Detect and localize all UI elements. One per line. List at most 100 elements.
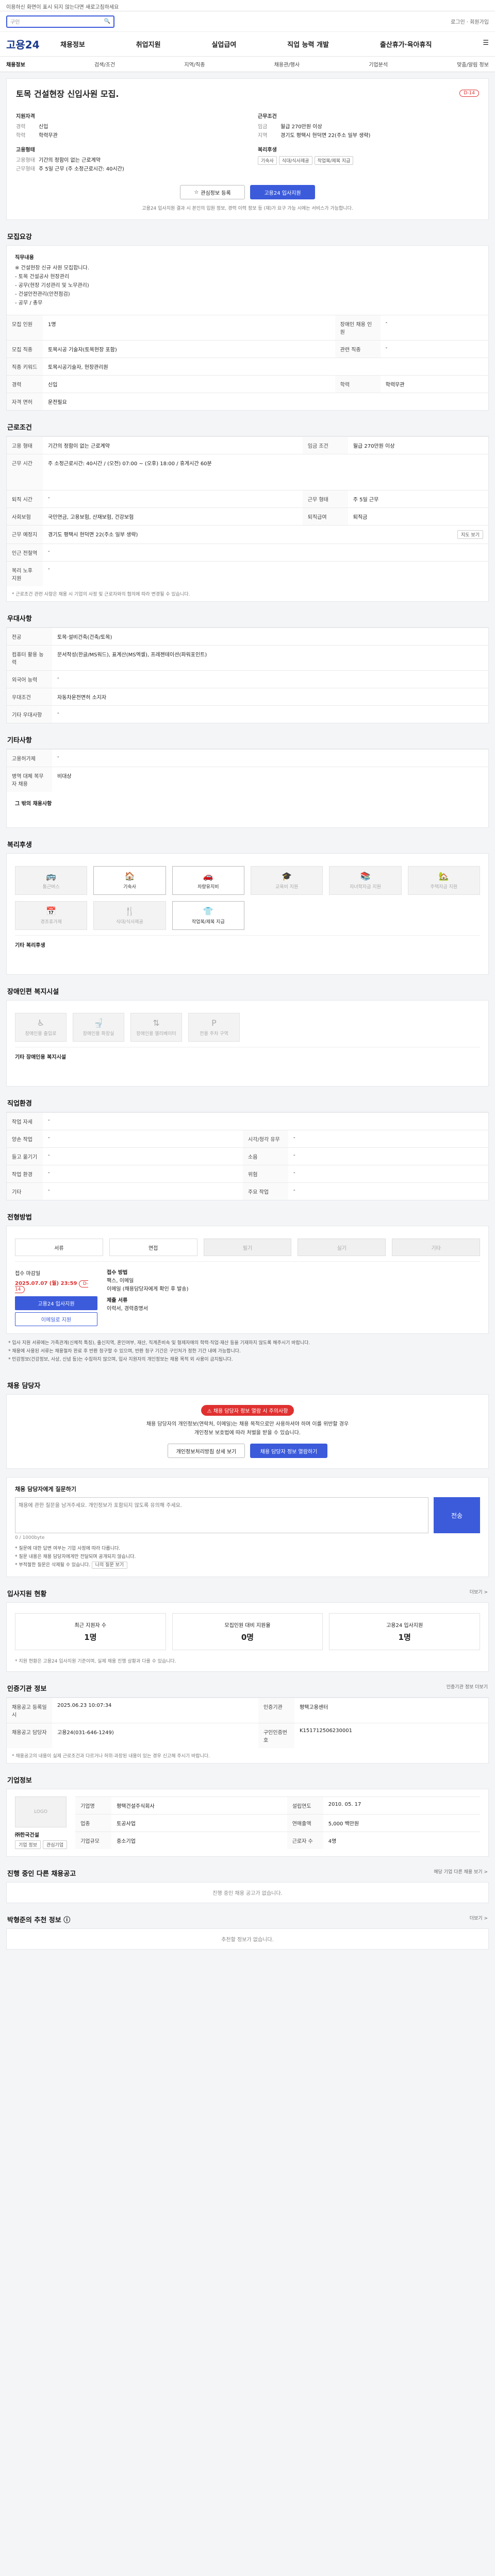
cell-value: 2010. 05. 17: [323, 1797, 480, 1815]
site-logo[interactable]: 고용24: [6, 37, 60, 52]
cell-value: -: [52, 670, 488, 688]
process-step: 기타: [392, 1239, 480, 1256]
note-line: * 질문에 대한 답변 여부는 기업 사정에 따라 다릅니다.: [15, 1546, 121, 1551]
subnav-item[interactable]: 기업분석: [369, 60, 388, 68]
status-number: 0명: [241, 1633, 254, 1642]
cond-heading: 근무조건: [258, 114, 277, 120]
cell-value: 4명: [323, 1832, 480, 1849]
qa-textarea[interactable]: [15, 1497, 428, 1533]
welfare-heading: 복리후생: [258, 147, 277, 153]
nav-item[interactable]: 취업지원: [136, 39, 161, 49]
conditions-note: * 근로조건 관련 사항은 채용 시 기업의 사정 및 근로자와의 협의에 따라…: [12, 592, 190, 597]
apply-date: 2025.07.07 (월) 23:59 D-14: [15, 1279, 97, 1293]
note-line: * 질문 내용은 채용 담당자에게만 전달되며 공개되지 않습니다.: [15, 1554, 136, 1560]
similar-panel: 진행 중인 채용 공고가 없습니다.: [6, 1882, 489, 1903]
apply-now-button[interactable]: 고용24 입사지원: [15, 1296, 97, 1310]
agency-note: * 채용공고의 내용이 실제 근로조건과 다르거나 허위·과장된 내용이 있는 …: [12, 1754, 210, 1759]
search-icon[interactable]: 🔍: [104, 19, 110, 24]
tile-label: 식대/식사제공: [116, 920, 143, 925]
email-apply-button[interactable]: 이메일로 지원: [15, 1312, 97, 1326]
subnav-item[interactable]: 검색/조건: [94, 60, 115, 68]
cell-key: 주요 작업: [243, 1182, 288, 1200]
show-contact-button[interactable]: 채용 담당자 정보 열람하기: [250, 1444, 327, 1458]
similar-empty: 진행 중인 채용 공고가 없습니다.: [212, 1891, 283, 1896]
recruit-panel: 직무내용 ※ 건설현장 신규 사원 모집합니다. - 토목 건설공사 현장관리 …: [6, 245, 489, 411]
subnav-item[interactable]: 맞춤/알림 정보: [457, 60, 489, 68]
calendar-icon: 📅: [46, 906, 57, 916]
my-question-button[interactable]: 나의 질문 보기: [91, 1562, 128, 1569]
tile-label: 자녀학자금 지원: [350, 885, 381, 890]
cell-value: 평택건설주식회사: [111, 1797, 287, 1815]
contact-line: 채용 담당자의 개인정보(연락처, 이메일)는 채용 목적으로만 사용하셔야 하…: [146, 1421, 349, 1427]
login-links[interactable]: 로그인 · 회원가입: [451, 18, 489, 25]
method-line: 이메일 (채용담당자에게 확인 후 발송): [107, 1286, 189, 1292]
nav-item[interactable]: 직업 능력 개발: [287, 39, 329, 49]
map-button[interactable]: 지도 보기: [457, 530, 483, 539]
cell-value: -: [43, 544, 488, 562]
status-label: 고용24 입사지원: [386, 1623, 423, 1629]
sub-nav: 채용정보 검색/조건 지역/직종 채용관/행사 기업분석 맞춤/알림 정보: [0, 57, 495, 72]
car-icon: 🚗: [203, 871, 213, 881]
similar-more-link[interactable]: 해당 기업 다른 채용 보기 >: [434, 1868, 488, 1875]
env-panel: 작업 자세 - 양손 작업 - 시각/청각 유무 - 들고 옮기기 - 소음 - 작업 환경 -…: [6, 1112, 489, 1200]
cell-key: 자격 면허: [7, 393, 43, 410]
cell-key: 경력: [7, 375, 43, 393]
house-icon: 🏡: [438, 871, 449, 881]
cell-key: 임금 조건: [302, 436, 348, 454]
cell-value: 비대상: [52, 767, 488, 792]
subnav-item[interactable]: 지역/직종: [184, 60, 205, 68]
cell-key: 퇴직 시간: [7, 490, 43, 508]
qual-heading: 지원자격: [16, 114, 35, 120]
section-title-agency: 인증기관 정보 인증기관 정보 더보기: [7, 1683, 488, 1693]
ramp-icon: ♿: [37, 1018, 45, 1028]
nav-item[interactable]: 채용정보: [60, 39, 85, 49]
process-step: 실기: [298, 1239, 386, 1256]
cell-value: 자동차운전면허 소지자: [52, 688, 488, 706]
method-line: 팩스, 이메일: [107, 1278, 134, 1284]
nav-item[interactable]: 출산휴가·육아휴직: [380, 39, 432, 49]
elevator-icon: ⇅: [153, 1018, 160, 1028]
recommend-more-link[interactable]: 더보기 >: [470, 1914, 488, 1921]
subnav-item[interactable]: 채용관/행사: [274, 60, 300, 68]
cell-key: 위험: [243, 1165, 288, 1183]
status-more-link[interactable]: 더보기 >: [470, 1588, 488, 1595]
cell-value: 1명: [43, 315, 335, 341]
cell-key: 컴퓨터 활용 능력: [7, 645, 52, 671]
note-line: * 채용에 사용된 서류는 채용절차 완료 후 반환 청구할 수 있으며, 반환…: [8, 1349, 241, 1354]
corp-fav-button[interactable]: 관심기업: [42, 1840, 68, 1849]
apply-button[interactable]: 고용24 입사지원: [250, 185, 315, 199]
cell-value: 문서작성(한글/MS워드), 표계산(MS엑셀), 프레젠테이션(파워포인트): [52, 645, 488, 671]
info-icon[interactable]: ⓘ: [63, 1917, 70, 1924]
search-placeholder: 구인: [10, 20, 20, 25]
section-title-etc: 기타사항: [7, 737, 32, 744]
status-number: 1명: [84, 1633, 97, 1642]
privacy-button[interactable]: 개인정보처리방침 상세 보기: [168, 1444, 245, 1458]
pref-table: 전공 토목·설비건축(건축/토목) 컴퓨터 활용 능력 문서작성(한글/MS워드),…: [7, 628, 488, 723]
qa-send-button[interactable]: 전송: [434, 1497, 480, 1533]
corp-info-button[interactable]: 기업 정보: [15, 1840, 41, 1849]
menu-icon[interactable]: ☰: [483, 39, 489, 49]
pref-panel: 전공 토목·설비건축(건축/토목) 컴퓨터 활용 능력 문서작성(한글/MS워드),…: [6, 627, 489, 723]
scrap-button[interactable]: ☆ 관심정보 등록: [180, 185, 245, 199]
cell-value: K151712506230001: [294, 1723, 488, 1748]
process-step: 서류: [15, 1239, 103, 1256]
cell-value: 퇴직금: [348, 507, 488, 526]
note-line: * 부적절한 질문은 삭제될 수 있습니다. 나의 질문 보기: [15, 1561, 480, 1569]
cell-value: 주 5일 근무: [348, 490, 488, 508]
corp-panel: LOGO ㈜한국건설 기업 정보 관심기업 기업명 평택건설주식회사 설립연도 201…: [6, 1789, 489, 1857]
recruit-table: 모집 인원 1명 장애인 채용 인원 - 모집 직종 토목시공 기술자(토목현장 포함)…: [7, 315, 488, 410]
nav-item[interactable]: 실업급여: [211, 39, 236, 49]
cell-value: -: [380, 340, 488, 358]
qa-notes: * 질문에 대한 답변 여부는 기업 사정에 따라 다릅니다. * 질문 내용은…: [15, 1540, 480, 1569]
cell-value: 토목시공 기술자(토목현장 포함): [43, 340, 335, 358]
agency-more-button[interactable]: 인증기관 정보 더보기: [447, 1683, 488, 1690]
qa-counter: 0 / 1000byte: [15, 1535, 45, 1540]
subnav-item[interactable]: 채용정보: [6, 60, 25, 68]
tile-label: 통근버스: [42, 885, 60, 890]
status-box: 모집인원 대비 지원율 0명: [172, 1613, 323, 1650]
cell-value: -: [43, 1130, 243, 1148]
search-input[interactable]: 구인 🔍: [6, 15, 114, 28]
contact-line: 개인정보 보호법에 따라 처벌을 받을 수 있습니다.: [194, 1430, 301, 1436]
tile-label: 차량유지비: [197, 885, 219, 890]
uniform-icon: 👕: [203, 906, 213, 916]
